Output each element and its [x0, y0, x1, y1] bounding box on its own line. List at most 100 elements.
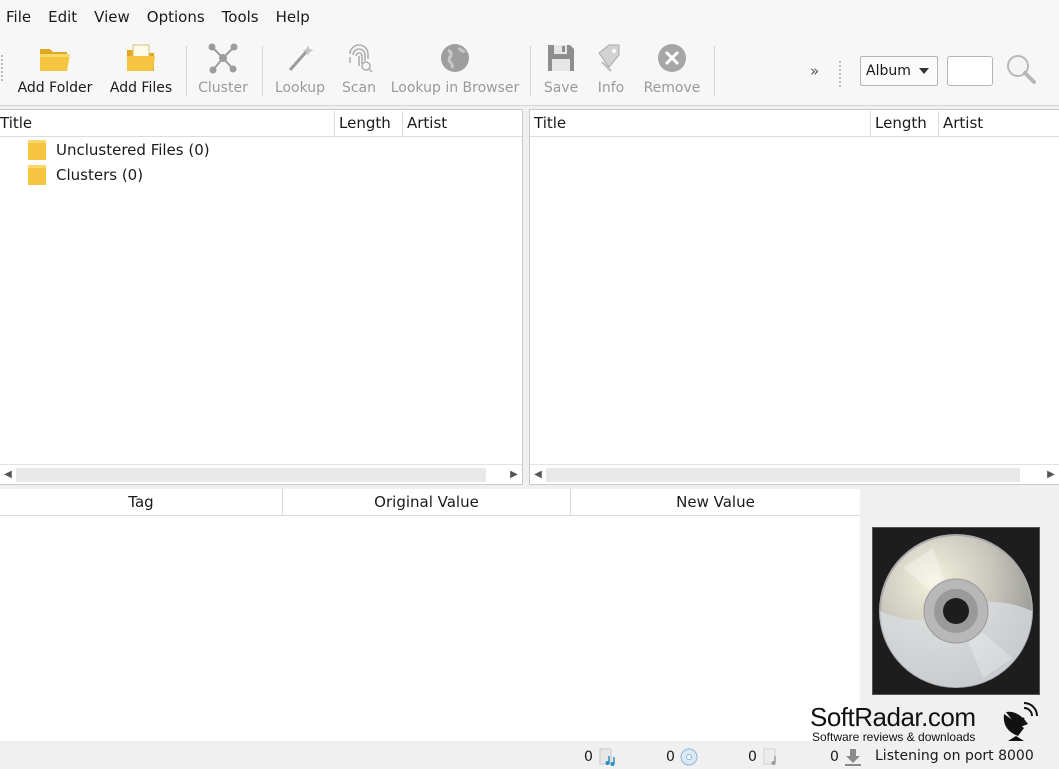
menu-edit[interactable]: Edit: [48, 8, 86, 26]
menu-help[interactable]: Help: [276, 8, 319, 26]
status-message: Listening on port 8000: [875, 748, 1034, 764]
status-files: 0: [584, 748, 617, 766]
column-title[interactable]: Title: [534, 110, 566, 137]
remove-label: Remove: [643, 80, 701, 96]
watermark-tagline: Software reviews & downloads: [812, 730, 976, 744]
scroll-right-icon[interactable]: ▶: [1043, 465, 1059, 484]
folder-icon: [28, 140, 46, 160]
scan-label: Scan: [341, 80, 377, 96]
pending-file-icon: [763, 748, 776, 765]
info-label: Info: [597, 80, 625, 96]
album-pane[interactable]: Title Length Artist ◀ ▶: [529, 109, 1059, 485]
column-divider[interactable]: [870, 111, 871, 136]
toolbar-separator: [262, 46, 263, 96]
column-divider[interactable]: [938, 111, 939, 136]
menu-tools-label: Tools: [221, 8, 259, 26]
floppy-disk-icon: [543, 40, 579, 76]
status-pending-requests: 0: [830, 748, 863, 766]
lookup-label: Lookup: [274, 80, 326, 96]
fingerprint-icon: [341, 40, 377, 76]
search-type-select[interactable]: Album: [860, 56, 938, 86]
folder-open-icon: [37, 40, 73, 76]
add-files-label: Add Files: [109, 80, 173, 96]
remove-icon: [654, 40, 690, 76]
column-artist[interactable]: Artist: [407, 110, 447, 137]
column-divider[interactable]: [402, 111, 403, 136]
status-message-text: Listening on port 8000: [875, 748, 1034, 764]
menu-bar: File Edit View Options Tools Help: [0, 0, 1059, 34]
menu-view[interactable]: View: [94, 8, 139, 26]
menu-file[interactable]: File: [6, 8, 40, 26]
tag-info-icon: [593, 40, 629, 76]
tree-item-clusters[interactable]: Clusters (0): [28, 164, 143, 186]
status-bar: 0 0 0 0 Listening on port 8000: [0, 744, 1059, 769]
column-divider[interactable]: [334, 111, 335, 136]
music-file-icon: [599, 748, 615, 766]
files-count: 0: [584, 749, 593, 765]
column-length[interactable]: Length: [339, 110, 391, 137]
folder-icon: [28, 165, 46, 185]
file-pane[interactable]: Title Length Artist Unclustered Files (0…: [0, 109, 523, 485]
toolbar-separator: [714, 46, 715, 96]
scrollbar-thumb[interactable]: [16, 468, 486, 482]
horizontal-scrollbar[interactable]: ◀ ▶: [530, 464, 1059, 484]
folder-files-icon: [123, 40, 159, 76]
watermark-name: SoftRadar.com: [810, 702, 976, 732]
pending-files-count: 0: [748, 749, 757, 765]
column-tag[interactable]: Tag: [0, 489, 282, 516]
info-button[interactable]: Info: [592, 40, 630, 100]
scrollbar-thumb[interactable]: [546, 468, 1020, 482]
remove-button[interactable]: Remove: [642, 40, 702, 100]
status-pending-files: 0: [748, 748, 781, 766]
metadata-table[interactable]: Tag Original Value New Value: [0, 489, 860, 741]
search-toolbar-grip[interactable]: [838, 60, 842, 88]
toolbar-separator: [186, 46, 187, 96]
lookup-button[interactable]: Lookup: [272, 40, 328, 100]
menu-edit-label: Edit: [48, 8, 78, 26]
add-folder-button[interactable]: Add Folder: [18, 40, 92, 100]
magic-wand-icon: [282, 40, 318, 76]
menu-help-label: Help: [275, 8, 310, 26]
status-albums: 0: [666, 748, 699, 766]
column-new-value[interactable]: New Value: [571, 489, 860, 516]
column-artist[interactable]: Artist: [943, 110, 983, 137]
horizontal-scrollbar[interactable]: ◀ ▶: [0, 464, 522, 484]
toolbar-separator: [530, 46, 531, 96]
cluster-button[interactable]: Cluster: [196, 40, 250, 100]
lookup-in-browser-label: Lookup in Browser: [390, 80, 520, 96]
save-button[interactable]: Save: [540, 40, 582, 100]
toolbar-more-button[interactable]: »: [810, 62, 819, 80]
save-label: Save: [543, 80, 579, 96]
scroll-left-icon[interactable]: ◀: [0, 465, 16, 484]
satellite-dish-icon: [998, 700, 1040, 742]
globe-icon: [437, 40, 473, 76]
menu-file-label: File: [6, 8, 32, 26]
search-input[interactable]: [947, 56, 993, 86]
column-length[interactable]: Length: [875, 110, 927, 137]
pending-requests-count: 0: [830, 749, 839, 765]
lookup-in-browser-button[interactable]: Lookup in Browser: [390, 40, 520, 100]
column-title[interactable]: Title: [0, 110, 32, 137]
column-original-value[interactable]: Original Value: [283, 489, 570, 516]
albums-count: 0: [666, 749, 675, 765]
file-pane-header: Title Length Artist: [0, 110, 522, 137]
cd-icon: [879, 534, 1033, 688]
scroll-left-icon[interactable]: ◀: [530, 465, 546, 484]
menu-tools[interactable]: Tools: [222, 8, 268, 26]
menu-options-label: Options: [146, 8, 205, 26]
metadata-table-header: Tag Original Value New Value: [0, 489, 860, 516]
cluster-icon: [205, 40, 241, 76]
cover-art[interactable]: [872, 527, 1040, 695]
tree-item-label: Clusters (0): [56, 166, 144, 184]
chevron-down-icon: [919, 68, 929, 74]
add-files-button[interactable]: Add Files: [108, 40, 174, 100]
add-folder-label: Add Folder: [17, 80, 93, 96]
search-icon[interactable]: [1004, 52, 1038, 86]
tree-item-unclustered-files[interactable]: Unclustered Files (0): [28, 139, 210, 161]
scan-button[interactable]: Scan: [338, 40, 380, 100]
menu-options[interactable]: Options: [147, 8, 214, 26]
album-pane-header: Title Length Artist: [530, 110, 1059, 137]
download-icon: [844, 749, 861, 766]
toolbar-grip[interactable]: [0, 54, 4, 82]
scroll-right-icon[interactable]: ▶: [506, 465, 522, 484]
